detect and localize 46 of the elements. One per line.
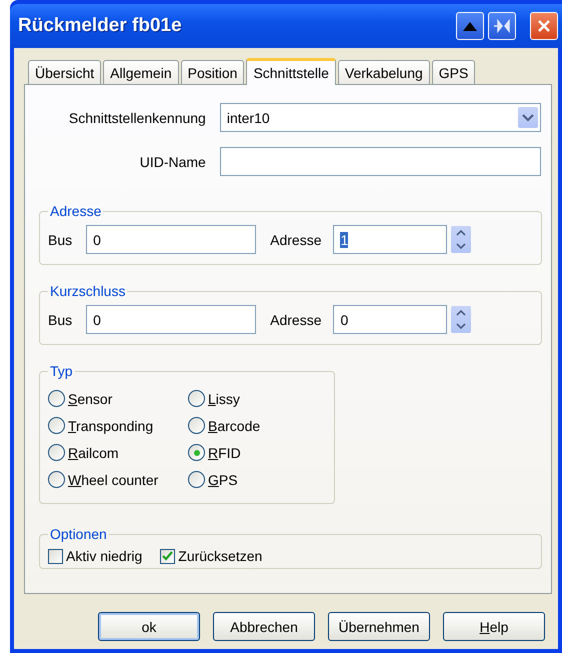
radio-option[interactable]: GPS [188, 466, 318, 493]
close-icon [537, 19, 551, 33]
bus-field[interactable]: 0 [86, 225, 256, 254]
radio-option[interactable]: Barcode [188, 412, 318, 439]
radio-option[interactable]: Transponding [48, 412, 188, 439]
tab[interactable]: Position [180, 60, 244, 84]
pin-button[interactable] [488, 12, 516, 40]
checkmark-icon [162, 551, 174, 561]
dialog-button[interactable]: ok [98, 612, 200, 641]
uid-name-field[interactable] [220, 147, 541, 176]
spinner[interactable] [451, 306, 472, 333]
group-title: Typ [49, 363, 74, 379]
group-title: Optionen [49, 526, 108, 542]
tab[interactable]: Schnittstelle [246, 58, 336, 85]
checkbox-option[interactable]: Zurücksetzen [160, 548, 262, 564]
radio-option[interactable]: Wheel counter [48, 466, 188, 493]
close-button[interactable] [530, 12, 558, 40]
dialog-button[interactable]: Help [443, 612, 545, 641]
tab[interactable]: Übersicht [28, 60, 102, 84]
address-field[interactable]: 0 [333, 305, 448, 334]
window-title: Rückmelder fb01e [18, 15, 182, 37]
pin-icon [494, 19, 510, 33]
field-label: Schnittstellenkennung [68, 110, 206, 126]
bus-field[interactable]: 0 [86, 305, 256, 334]
triangle-up-icon [462, 21, 478, 31]
group-title: Kurzschluss [49, 283, 126, 299]
checkbox-option[interactable]: Aktiv niedrig [48, 548, 142, 564]
field-label: Adresse [270, 312, 322, 328]
field-label: Adresse [270, 232, 322, 248]
field-label: Bus [48, 312, 72, 328]
spinner[interactable] [451, 226, 472, 253]
radio-option[interactable]: Railcom [48, 439, 188, 466]
tab[interactable]: GPS [432, 60, 476, 84]
dialog-button[interactable]: Abbrechen [213, 612, 315, 641]
radio-option[interactable]: Sensor [48, 385, 188, 412]
tab[interactable]: Allgemein [103, 60, 179, 84]
rollup-button[interactable] [456, 12, 484, 40]
address-field[interactable]: 1 [333, 225, 448, 254]
field-label: Bus [48, 232, 72, 248]
group-title: Adresse [49, 203, 102, 219]
tab[interactable]: Verkabelung [338, 60, 430, 84]
field-label: UID-Name [138, 154, 206, 170]
radio-option[interactable]: RFID [188, 439, 318, 466]
radio-option[interactable]: Lissy [188, 385, 318, 412]
interface-dropdown[interactable]: inter10 [220, 103, 541, 132]
dialog-button[interactable]: Übernehmen [328, 612, 430, 641]
